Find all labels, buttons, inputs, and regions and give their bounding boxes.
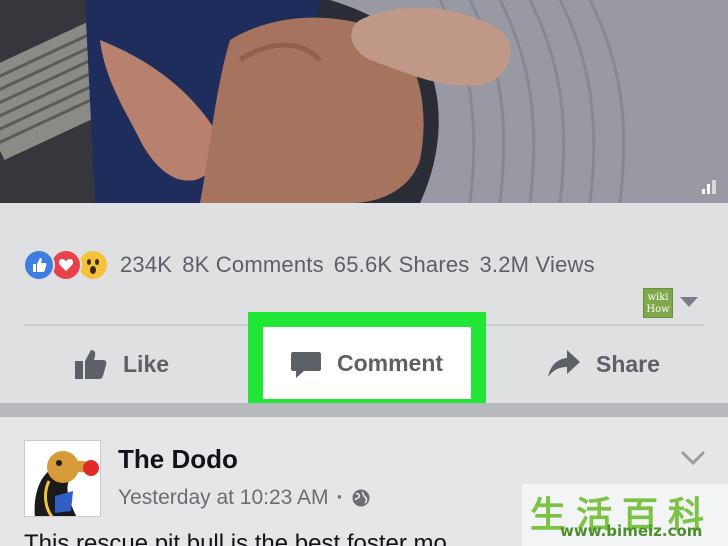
reaction-count[interactable]: 234K — [120, 252, 172, 278]
like-label: Like — [123, 350, 170, 377]
video-player[interactable] — [0, 0, 728, 203]
timestamp-separator: · — [336, 486, 344, 509]
view-count: 3.2M Views — [479, 252, 595, 277]
share-button[interactable]: Share — [548, 340, 660, 388]
wikihow-logo-line2: How — [646, 304, 670, 315]
caret-down-icon[interactable] — [680, 297, 698, 307]
wikihow-logo: wiki How — [643, 288, 673, 318]
comment-label: Comment — [336, 349, 444, 376]
share-count[interactable]: 65.6K Shares — [334, 252, 470, 278]
wikihow-logo-line1: wiki — [647, 292, 669, 303]
engagement-stats: 234K 8K Comments 65.6K Shares 3.2M Views — [23, 247, 595, 283]
like-reaction-icon — [23, 249, 55, 281]
thumbs-up-icon — [75, 349, 107, 379]
video-frame — [0, 0, 728, 203]
comment-button[interactable]: Comment — [263, 327, 471, 399]
chevron-down-icon[interactable] — [681, 450, 705, 466]
dodo-logo — [25, 441, 100, 516]
feed-separator — [0, 403, 728, 417]
signal-bars-icon[interactable] — [702, 178, 720, 194]
share-label: Share — [596, 350, 660, 377]
post-text: This rescue pit bull is the best foster … — [24, 530, 447, 546]
page-name[interactable]: The Dodo — [118, 444, 238, 475]
reaction-icons[interactable] — [23, 249, 109, 281]
comment-count[interactable]: 8K Comments — [182, 252, 324, 278]
watermark-url: www.bimeiz.com — [560, 522, 703, 540]
speech-bubble-icon — [290, 351, 321, 379]
timestamp-text: Yesterday at 10:23 AM — [118, 486, 329, 509]
globe-icon — [352, 489, 370, 507]
share-arrow-icon — [548, 350, 580, 378]
page-avatar[interactable] — [24, 440, 101, 517]
like-button[interactable]: Like — [75, 340, 169, 388]
post-timestamp[interactable]: Yesterday at 10:23 AM · — [118, 486, 370, 510]
